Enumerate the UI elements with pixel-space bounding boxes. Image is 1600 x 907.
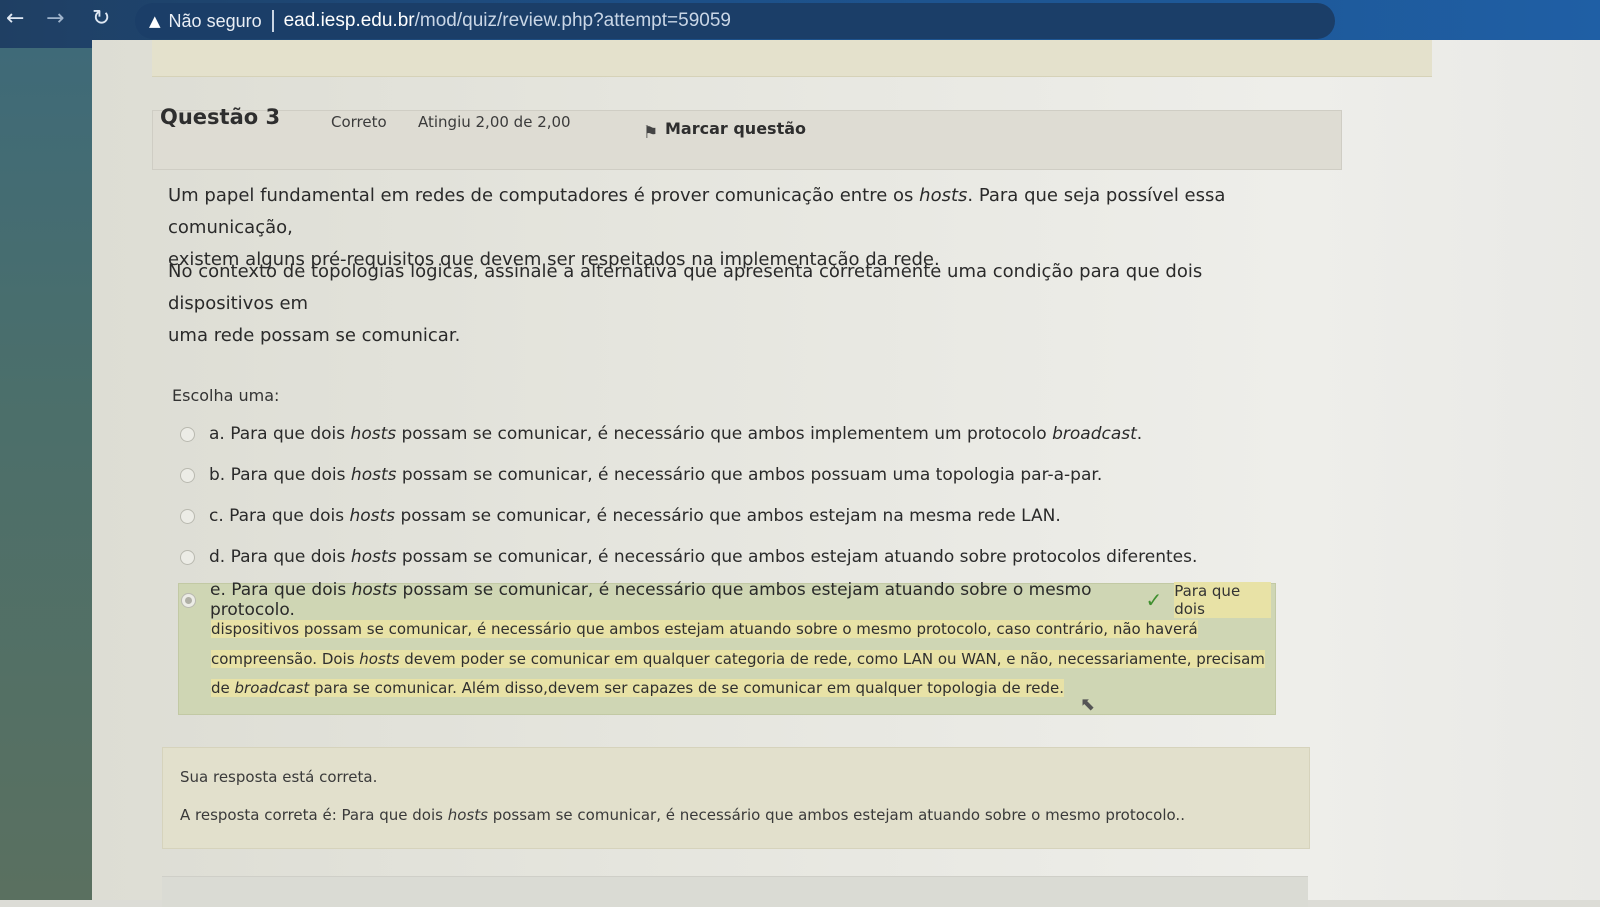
selected-correct-answer-box: e. Para que dois hosts possam se comunic… (178, 580, 1276, 715)
question-text-line: uma rede possam se comunicar. (168, 325, 461, 346)
question-state: Correto (331, 113, 387, 131)
general-feedback-box: Sua resposta está correta. A resposta co… (162, 747, 1310, 849)
option-b-text: b. Para que dois hosts possam se comunic… (209, 465, 1103, 485)
option-e-text: e. Para que dois hosts possam se comunic… (210, 580, 1092, 620)
option-c-text: c. Para que dois hosts possam se comunic… (209, 506, 1061, 526)
specific-feedback-line: de broadcast para se comunicar. Além dis… (211, 679, 1064, 697)
question-text-part: Um papel fundamental em redes de computa… (168, 185, 920, 206)
back-arrow-icon[interactable]: ← (6, 6, 24, 31)
left-background-strip (0, 48, 92, 900)
radio-c[interactable] (180, 508, 195, 524)
option-d-text: d. Para que dois hosts possam se comunic… (209, 547, 1198, 567)
choose-one-label: Escolha uma: (172, 386, 280, 405)
specific-feedback-line: dispositivos possam se comunicar, é nece… (211, 620, 1198, 638)
reload-icon[interactable]: ↻ (92, 6, 110, 31)
specific-feedback-line: compreensão. Dois hosts devem poder se c… (211, 650, 1265, 668)
option-e[interactable]: e. Para que dois hosts possam se comunic… (181, 580, 1271, 620)
option-c[interactable]: c. Para que dois hosts possam se comunic… (180, 500, 1280, 532)
radio-d[interactable] (180, 549, 195, 565)
specific-feedback-start: Para que dois (1174, 582, 1271, 618)
radio-a[interactable] (180, 426, 195, 442)
feedback-status: Sua resposta está correta. (180, 768, 378, 786)
address-bar[interactable]: ▲ Não seguro ead.iesp.edu.br/mod/quiz/re… (135, 3, 1335, 39)
option-a[interactable]: a. Para que dois hosts possam se comunic… (180, 418, 1280, 450)
security-label: Não seguro (168, 10, 262, 31)
question-text-italic: hosts (919, 185, 968, 206)
question-info-bar: Questão 3 Correto Atingiu 2,00 de 2,00 ⚑… (152, 105, 1342, 170)
check-icon: ✓ (1145, 588, 1163, 612)
url-path[interactable]: /mod/quiz/review.php?attempt=59059 (415, 10, 731, 32)
page-content: Questão 3 Correto Atingiu 2,00 de 2,00 ⚑… (92, 40, 1600, 907)
warning-icon: ▲ (149, 12, 161, 30)
omnibox-divider (271, 10, 274, 32)
correct-answer-text: A resposta correta é: Para que dois host… (180, 806, 1185, 824)
radio-e[interactable] (181, 592, 196, 608)
option-a-text: a. Para que dois hosts possam se comunic… (209, 424, 1143, 444)
flag-icon[interactable]: ⚑ (643, 123, 658, 143)
option-b[interactable]: b. Para que dois hosts possam se comunic… (180, 459, 1280, 491)
question-text-line: No contexto de topologias lógicas, assin… (168, 261, 1203, 314)
cursor-icon: ⬉ (1080, 694, 1096, 715)
question-grade: Atingiu 2,00 de 2,00 (418, 113, 571, 131)
forward-arrow-icon[interactable]: → (46, 6, 64, 31)
flag-question-link[interactable]: Marcar questão (665, 119, 806, 138)
radio-b[interactable] (180, 467, 195, 483)
option-d[interactable]: d. Para que dois hosts possam se comunic… (180, 541, 1280, 573)
next-section-edge (162, 876, 1308, 907)
url-host[interactable]: ead.iesp.edu.br (284, 10, 415, 32)
question-title: Questão 3 (160, 105, 281, 129)
question-text-paragraph-2: No contexto de topologias lógicas, assin… (168, 256, 1308, 352)
previous-question-edge (152, 40, 1432, 77)
